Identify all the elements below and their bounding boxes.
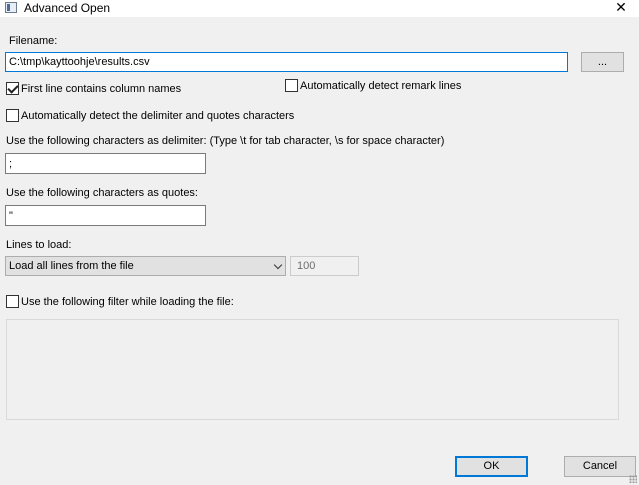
filter-textarea[interactable]	[6, 319, 619, 420]
quotes-input[interactable]	[5, 205, 206, 226]
resize-grip-icon[interactable]	[629, 475, 637, 483]
first-line-names-checkbox[interactable]	[6, 82, 19, 95]
close-icon[interactable]: ✕	[606, 0, 636, 17]
detect-delimiter-checkbox[interactable]	[6, 109, 19, 122]
lines-dropdown[interactable]: Load all lines from the file	[5, 256, 286, 276]
window-title: Advanced Open	[24, 1, 111, 15]
chevron-down-icon	[273, 260, 283, 270]
filename-input[interactable]	[5, 52, 568, 72]
quotes-label: Use the following characters as quotes:	[6, 187, 198, 199]
detect-delimiter-label: Automatically detect the delimiter and q…	[21, 110, 295, 122]
detect-remark-label: Automatically detect remark lines	[300, 80, 462, 92]
delimiter-input[interactable]	[5, 153, 206, 174]
filter-label: Use the following filter while loading t…	[21, 296, 234, 308]
lines-count-input: 100	[290, 256, 359, 276]
lines-dropdown-value: Load all lines from the file	[9, 260, 134, 272]
title-bar: Advanced Open ✕	[0, 0, 639, 17]
browse-button[interactable]: ...	[581, 52, 624, 72]
filename-label: Filename:	[9, 35, 58, 47]
detect-remark-checkbox[interactable]	[285, 79, 298, 92]
cancel-button[interactable]: Cancel	[564, 456, 636, 477]
lines-label: Lines to load:	[6, 239, 72, 251]
ok-button[interactable]: OK	[455, 456, 528, 477]
window-icon	[5, 2, 17, 13]
delimiter-label: Use the following characters as delimite…	[6, 135, 445, 147]
first-line-names-label: First line contains column names	[21, 83, 182, 95]
filter-checkbox[interactable]	[6, 295, 19, 308]
